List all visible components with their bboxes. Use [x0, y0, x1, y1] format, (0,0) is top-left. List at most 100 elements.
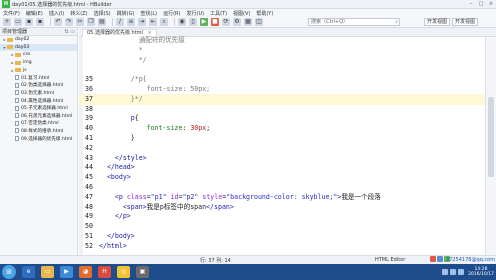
undo-icon[interactable]: ↶: [54, 18, 62, 26]
menu-help[interactable]: 帮助(Y): [256, 10, 273, 17]
tree-item[interactable]: 09.选择器的优先级.html: [0, 135, 77, 143]
dev-view-button[interactable]: 开发视图: [424, 18, 451, 26]
stop-icon[interactable]: ■: [211, 18, 219, 26]
menu-file[interactable]: 文件(F): [3, 10, 20, 17]
folder-icon: [15, 52, 21, 57]
vertical-scrollbar[interactable]: [485, 37, 496, 255]
menu-select[interactable]: 选择(S): [94, 10, 111, 17]
hbuilder-window: H day01/05.选择器的优先级.html - HBuilder – □ ×…: [0, 0, 496, 280]
start-button[interactable]: ⊞: [2, 265, 16, 279]
menu-publish[interactable]: 发行(U): [187, 10, 205, 17]
settings-icon[interactable]: ⚙: [233, 18, 241, 26]
toolbar-divider: [112, 18, 113, 26]
folder-icon: [7, 37, 13, 42]
run-icon[interactable]: ▶: [200, 18, 208, 26]
redo-icon[interactable]: ↷: [65, 18, 73, 26]
menu-view[interactable]: 视图(V): [233, 10, 250, 17]
hbuilder-logo-icon: H: [2, 0, 10, 8]
tree-item[interactable]: 02.伪类选择器.html: [0, 82, 77, 90]
minimize-button[interactable]: –: [466, 1, 476, 7]
close-button[interactable]: ×: [486, 1, 496, 7]
explorer-taskbar-icon[interactable]: ▭: [41, 266, 54, 278]
scrollbar-thumb[interactable]: [488, 97, 494, 177]
phone-preview-icon[interactable]: ▯: [189, 18, 197, 26]
chrome-taskbar-icon[interactable]: ◎: [117, 266, 130, 278]
folder-icon: [15, 60, 21, 65]
tree-item-label: 03.伪元素.html: [21, 90, 55, 96]
tree-item-label: 04.属性选择器.html: [21, 98, 64, 104]
tree-item-label: js: [23, 67, 27, 73]
menu-escape[interactable]: 转义(Z): [70, 10, 87, 17]
tree-item[interactable]: ▾ day03: [0, 43, 77, 52]
dev-view-button-2[interactable]: 开发视图: [452, 18, 479, 26]
tree-item-label: 01.复习.html: [21, 75, 50, 81]
tree-item[interactable]: ▸ js: [0, 66, 77, 74]
new-file-icon[interactable]: +: [3, 18, 11, 26]
tree-item-label: img: [23, 60, 32, 66]
menu-find[interactable]: 查找(L): [140, 10, 157, 17]
tree-item[interactable]: 05.子元素选择器.html: [0, 104, 77, 112]
find-icon[interactable]: ⌕: [160, 18, 168, 26]
menu-edit[interactable]: 编辑(E): [26, 10, 43, 17]
volume-icon[interactable]: [458, 269, 465, 275]
format-icon[interactable]: ≡: [127, 18, 135, 26]
clock[interactable]: 14:28 2016/10/17: [468, 267, 494, 277]
outdent-icon[interactable]: ⇤: [149, 18, 157, 26]
tree-item[interactable]: ▸ img: [0, 59, 77, 67]
ime-icon[interactable]: [430, 256, 436, 262]
copy-icon[interactable]: ❐: [87, 18, 95, 26]
menu-tools[interactable]: 工具(T): [210, 10, 227, 17]
tree-item-label: 06.兄弟元素选择器.html: [21, 113, 73, 119]
menu-run[interactable]: 运行(R): [163, 10, 180, 17]
comment-icon[interactable]: /: [116, 18, 124, 26]
html-file-icon: [15, 136, 19, 142]
code-text: </html>: [99, 241, 127, 250]
code-line[interactable]: 52 </html>: [79, 241, 485, 253]
panel-tools-icon[interactable]: ⇅ ▭: [64, 29, 75, 35]
split-view-icon[interactable]: ◫: [255, 18, 263, 26]
network-icon[interactable]: [450, 269, 457, 275]
paste-icon[interactable]: ▤: [98, 18, 106, 26]
user-account[interactable]: 37254178@qq.com: [446, 257, 495, 263]
syntax-mode[interactable]: HTML Editor: [375, 257, 405, 263]
browser-preview-icon[interactable]: ◉: [178, 18, 186, 26]
hbuilder-taskbar-icon[interactable]: H: [98, 266, 111, 278]
tree-item[interactable]: 03.伪元素.html: [0, 89, 77, 97]
search-placeholder: 搜索（Ctrl+Q）: [311, 19, 349, 25]
tree-item-label: 09.选择器的优先级.html: [21, 136, 73, 142]
menu-insert[interactable]: 插入(I): [49, 10, 64, 17]
save-icon[interactable]: ▪: [25, 18, 33, 26]
tree-item-label: 02.伪类选择器.html: [21, 83, 64, 89]
code-editor[interactable]: 通配符的优先级 * */35 /*p{36 font-size: 50px; 37…: [79, 36, 485, 264]
maximize-button[interactable]: □: [476, 1, 486, 7]
tray-icon[interactable]: [442, 269, 449, 275]
html-file-icon: [15, 128, 19, 134]
sync-icon[interactable]: ⟳: [222, 18, 230, 26]
tree-item[interactable]: ▸ day02: [0, 36, 77, 44]
save-all-icon[interactable]: ▪: [36, 18, 44, 26]
tree-item[interactable]: 08.样式的继承.html: [0, 127, 77, 135]
indent-icon[interactable]: ⇥: [138, 18, 146, 26]
toolbar-divider: [50, 18, 51, 26]
menu-goto[interactable]: 跳转(G): [117, 10, 135, 17]
html-file-icon: [15, 90, 19, 96]
tree-item[interactable]: 04.属性选择器.html: [0, 97, 77, 105]
search-input[interactable]: 搜索（Ctrl+Q） ⌕: [308, 18, 400, 26]
app-taskbar-icon[interactable]: ▣: [136, 266, 149, 278]
cursor-position: 行: 37 列: 14: [200, 258, 231, 264]
window-title: day01/05.选择器的优先级.html - HBuilder: [12, 1, 112, 8]
ie-taskbar-icon[interactable]: e: [22, 266, 35, 278]
tree-item-label: day02: [15, 37, 30, 43]
tree-item[interactable]: ▸ css: [0, 51, 77, 59]
panel-header: 项目管理器 ⇅ ▭: [0, 28, 77, 36]
firefox-taskbar-icon[interactable]: ◕: [79, 266, 92, 278]
ime-mode-icon[interactable]: [437, 256, 443, 262]
tree-item[interactable]: 07.否定伪类.html: [0, 120, 77, 128]
html-file-icon: [15, 82, 19, 88]
media-taskbar-icon[interactable]: ▶: [60, 266, 73, 278]
tree-item[interactable]: 06.兄弟元素选择器.html: [0, 112, 77, 120]
cut-icon[interactable]: ✂: [76, 18, 84, 26]
layout-icon[interactable]: ▦: [244, 18, 252, 26]
tree-item[interactable]: 01.复习.html: [0, 74, 77, 82]
open-folder-icon[interactable]: ▭: [14, 18, 22, 26]
